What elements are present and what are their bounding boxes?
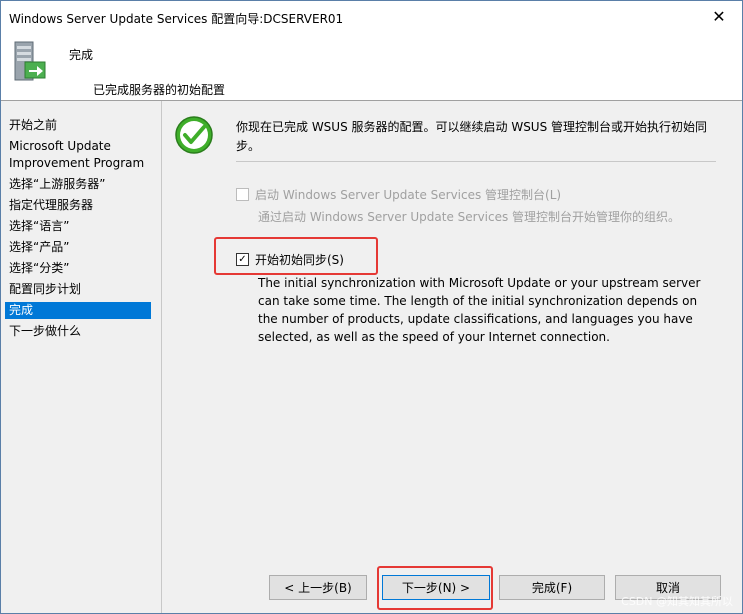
highlight-next-button: [377, 566, 493, 610]
sidebar-item-upstream-server[interactable]: 选择“上游服务器”: [5, 176, 151, 193]
wizard-header: 完成 已完成服务器的初始配置: [1, 32, 742, 101]
close-icon: ✕: [712, 7, 726, 26]
highlight-begin-sync: [214, 237, 378, 275]
finish-button[interactable]: 完成(F): [499, 575, 605, 600]
sidebar-item-proxy-server[interactable]: 指定代理服务器: [5, 197, 151, 214]
wizard-content: 你现在已完成 WSUS 服务器的配置。可以继续启动 WSUS 管理控制台或开始执…: [164, 101, 742, 613]
sidebar-item-products[interactable]: 选择“产品”: [5, 239, 151, 256]
sidebar-item-microsoft-update[interactable]: Microsoft Update: [5, 138, 151, 155]
sidebar-item-whats-next[interactable]: 下一步做什么: [5, 323, 151, 340]
begin-sync-description: The initial synchronization with Microso…: [258, 276, 701, 344]
launch-console-option: 启动 Windows Server Update Services 管理控制台(…: [236, 186, 561, 203]
sidebar-item-finished[interactable]: 完成: [5, 302, 151, 319]
launch-console-description: 通过启动 Windows Server Update Services 管理控制…: [258, 210, 681, 224]
sidebar-item-before-you-begin[interactable]: 开始之前: [5, 117, 151, 134]
wizard-window: Windows Server Update Services 配置向导:DCSE…: [0, 0, 743, 614]
server-update-icon: [14, 41, 46, 81]
page-title: 完成: [69, 48, 94, 62]
sidebar-item-classifications[interactable]: 选择“分类”: [5, 260, 151, 277]
sidebar-item-languages[interactable]: 选择“语言”: [5, 218, 151, 235]
sidebar-item-sync-schedule[interactable]: 配置同步计划: [5, 281, 151, 298]
back-button[interactable]: < 上一步(B): [269, 575, 367, 600]
page-subtitle: 已完成服务器的初始配置: [93, 83, 226, 97]
title-bar: Windows Server Update Services 配置向导:DCSE…: [1, 1, 742, 32]
completion-message: 你现在已完成 WSUS 服务器的配置。可以继续启动 WSUS 管理控制台或开始执…: [236, 120, 708, 153]
wizard-steps-sidebar: 开始之前 Microsoft Update Improvement Progra…: [1, 101, 162, 613]
launch-console-label: 启动 Windows Server Update Services 管理控制台(…: [255, 188, 562, 202]
watermark: CSDN @知其知其所以: [621, 595, 733, 608]
success-check-icon: [175, 116, 213, 154]
launch-console-checkbox[interactable]: [236, 188, 249, 201]
sidebar-item-improvement-program[interactable]: Improvement Program: [5, 155, 151, 172]
separator: [236, 161, 716, 162]
window-title: Windows Server Update Services 配置向导:DCSE…: [9, 12, 344, 26]
wizard-body: 开始之前 Microsoft Update Improvement Progra…: [1, 101, 742, 613]
close-button[interactable]: ✕: [696, 1, 742, 32]
